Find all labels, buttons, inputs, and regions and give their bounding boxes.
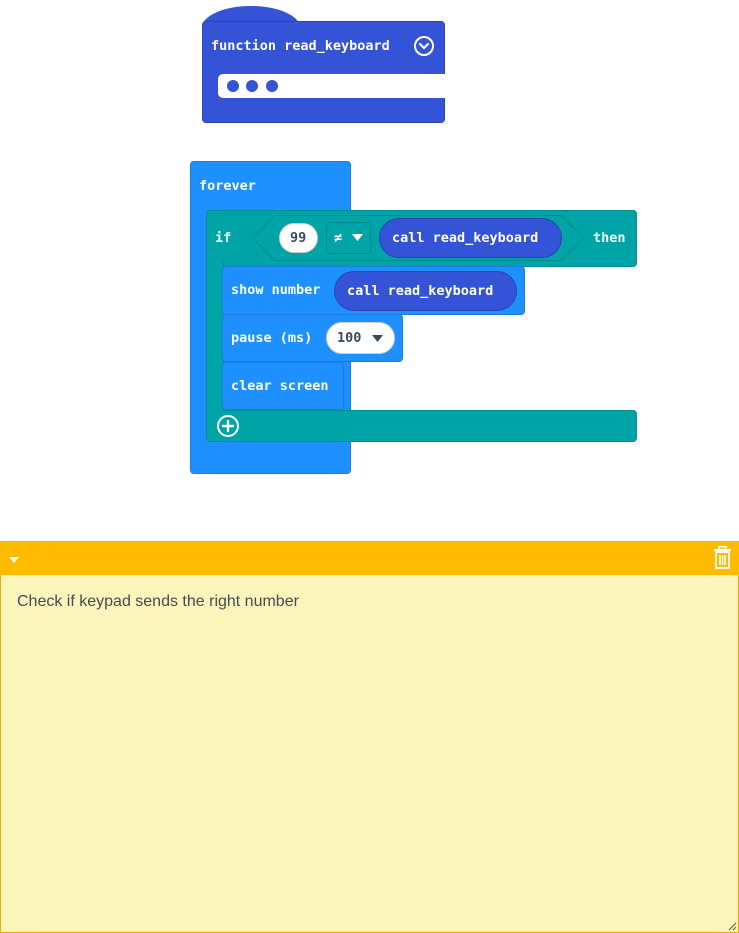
dropdown-arrow-icon: [372, 335, 383, 342]
call-read-keyboard-condition[interactable]: call read_keyboard: [379, 218, 562, 258]
function-body[interactable]: [202, 21, 445, 123]
call-read-keyboard-arg[interactable]: call read_keyboard: [334, 271, 517, 311]
show-number-label: show number: [231, 282, 321, 298]
plus-circle-icon[interactable]: [217, 415, 239, 437]
operator-label: ≠: [334, 230, 343, 246]
comment-body[interactable]: [0, 575, 739, 933]
if-block-footer[interactable]: [206, 410, 637, 442]
comment-text[interactable]: Check if keypad sends the right number: [17, 593, 299, 611]
if-label: if: [215, 230, 232, 246]
comment-header[interactable]: [0, 541, 739, 575]
trash-icon[interactable]: [713, 546, 732, 569]
resize-handle-icon[interactable]: [728, 922, 737, 931]
function-label: function read_keyboard: [211, 38, 390, 54]
triangle-down-icon[interactable]: [9, 557, 19, 564]
dropdown-arrow-icon: [352, 234, 363, 241]
forever-label: forever: [199, 178, 256, 194]
number-input-value: 99: [290, 230, 307, 246]
then-label: then: [593, 230, 626, 246]
call-label: call read_keyboard: [392, 230, 539, 246]
call-label: call read_keyboard: [347, 283, 494, 299]
pause-duration-dropdown[interactable]: 100: [326, 322, 395, 354]
clear-screen-label: clear screen: [231, 378, 329, 394]
chevron-down-circle-icon[interactable]: [414, 36, 434, 56]
operator-dropdown[interactable]: ≠: [326, 222, 371, 254]
pause-duration-value: 100: [337, 330, 362, 346]
pause-label: pause (ms): [231, 330, 313, 346]
number-input-99[interactable]: 99: [279, 223, 318, 253]
if-spine-join: [207, 405, 223, 413]
